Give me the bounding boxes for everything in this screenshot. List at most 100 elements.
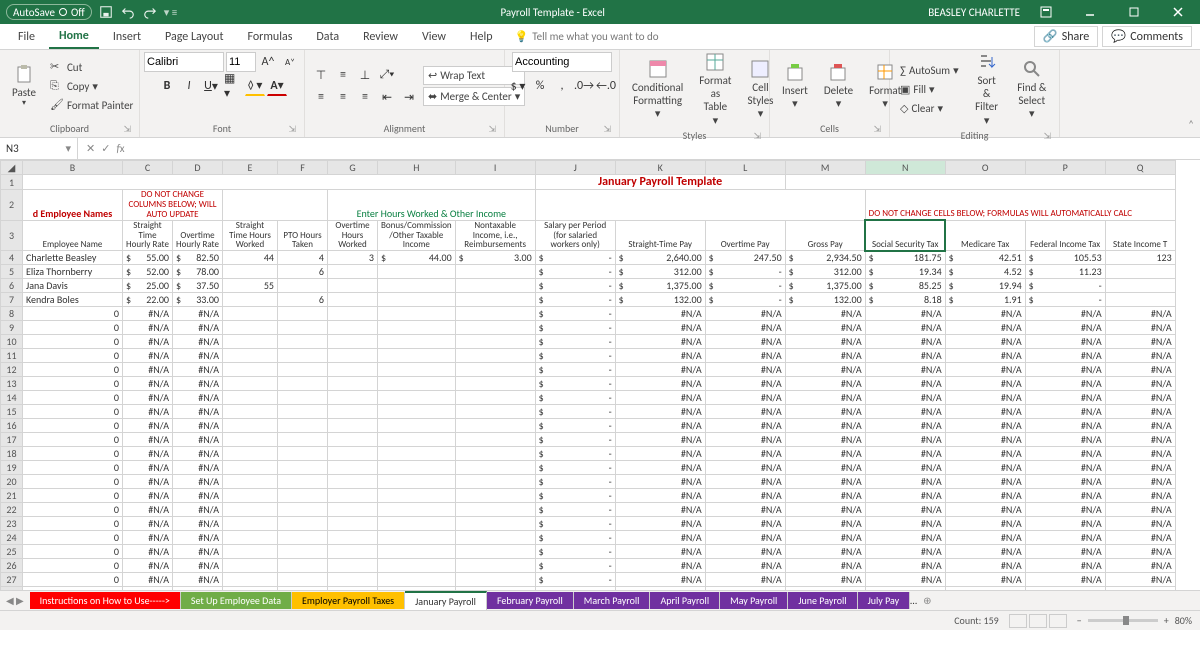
currency-button[interactable]: $ ▾ — [508, 76, 528, 96]
fill-button[interactable]: ▣Fill ▾ — [896, 81, 963, 98]
indent-inc[interactable]: ⇥ — [399, 87, 419, 107]
table-icon — [705, 52, 725, 72]
sigma-icon: ∑ — [900, 64, 906, 77]
undo-icon[interactable] — [120, 4, 136, 20]
inc-decimal[interactable]: .0→ — [574, 76, 594, 96]
status-count: Count: 159 — [954, 614, 999, 627]
delete-icon — [828, 62, 848, 82]
status-bar: Count: 159 −+80% — [0, 610, 1200, 630]
sheet-tab-employer[interactable]: Employer Payroll Taxes — [292, 592, 405, 609]
zoom-control[interactable]: −+80% — [1077, 614, 1192, 627]
tab-help[interactable]: Help — [460, 26, 503, 48]
tab-home[interactable]: Home — [49, 25, 99, 49]
wrap-icon: ↩ — [428, 69, 437, 82]
underline-button[interactable]: U ▾ — [201, 76, 221, 96]
percent-button[interactable]: % — [530, 76, 550, 96]
ribbon: Paste▾ ✂Cut ⎘Copy ▾ 🖌Format Painter Clip… — [0, 50, 1200, 138]
format-painter-button[interactable]: 🖌Format Painter — [46, 96, 137, 114]
enter-formula-icon[interactable]: ✓ — [101, 142, 110, 155]
font-name-select[interactable] — [144, 52, 224, 72]
align-left[interactable]: ≡ — [311, 87, 331, 107]
border-button[interactable]: ▦ ▾ — [223, 76, 243, 96]
paste-button[interactable]: Paste▾ — [6, 64, 42, 109]
maximize-icon[interactable] — [1116, 0, 1152, 24]
eraser-icon: ◇ — [900, 102, 908, 115]
fill-icon: ▣ — [900, 83, 910, 96]
fill-color-button[interactable]: ◊ ▾ — [245, 76, 265, 96]
tab-file[interactable]: File — [8, 26, 45, 48]
spreadsheet-grid[interactable]: ◢BCDEFGHIJKLMNOPQ1January Payroll Templa… — [0, 160, 1200, 590]
comments-button[interactable]: 💬Comments — [1102, 26, 1192, 47]
tab-data[interactable]: Data — [306, 26, 349, 48]
share-button[interactable]: 🔗Share — [1034, 26, 1099, 47]
indent-dec[interactable]: ⇤ — [377, 87, 397, 107]
cut-button[interactable]: ✂Cut — [46, 58, 137, 76]
sheet-tab-january[interactable]: January Payroll — [405, 591, 487, 610]
tab-view[interactable]: View — [412, 26, 456, 48]
bold-button[interactable]: B — [157, 76, 177, 96]
align-top[interactable]: ⊤ — [311, 65, 331, 85]
number-format-select[interactable] — [512, 52, 612, 72]
copy-button[interactable]: ⎘Copy ▾ — [46, 77, 137, 95]
insert-icon — [785, 62, 805, 82]
close-icon[interactable] — [1160, 0, 1196, 24]
italic-button[interactable]: I — [179, 76, 199, 96]
tab-page-layout[interactable]: Page Layout — [155, 26, 233, 48]
autosave-toggle[interactable]: AutoSaveOff — [6, 4, 92, 20]
cond-format-icon — [648, 59, 668, 79]
orientation[interactable]: ⤢▾ — [377, 65, 397, 85]
tell-me-search[interactable]: 💡Tell me what you want to do — [515, 30, 659, 43]
tab-review[interactable]: Review — [353, 26, 408, 48]
find-select-button[interactable]: Find & Select▾ — [1011, 59, 1053, 121]
clear-button[interactable]: ◇Clear ▾ — [896, 100, 963, 117]
tab-insert[interactable]: Insert — [103, 26, 151, 48]
sheet-tab-april[interactable]: April Payroll — [650, 592, 720, 609]
font-size-select[interactable] — [226, 52, 256, 72]
sheet-tab-instructions[interactable]: Instructions on How to Use-----> — [30, 592, 181, 609]
add-sheet-button[interactable]: ⊕ — [917, 594, 937, 607]
font-color-button[interactable]: A ▾ — [267, 76, 287, 96]
sheet-tab-february[interactable]: February Payroll — [487, 592, 574, 609]
sheet-tab-may[interactable]: May Payroll — [720, 592, 788, 609]
grow-font-button[interactable]: A^ — [258, 52, 278, 72]
ribbon-options-icon[interactable] — [1028, 0, 1064, 24]
sheet-tab-june[interactable]: June Payroll — [788, 592, 857, 609]
collapse-ribbon-icon[interactable]: ˄ — [1188, 118, 1194, 131]
lightbulb-icon: 💡 — [515, 30, 529, 43]
dec-decimal[interactable]: ←.0 — [596, 76, 616, 96]
copy-icon: ⎘ — [50, 79, 64, 93]
sheet-tab-july[interactable]: July Pay — [858, 592, 911, 609]
insert-cells-button[interactable]: Insert▾ — [776, 62, 814, 110]
format-as-table-button[interactable]: Format as Table▾ — [693, 52, 737, 127]
tab-nav-prev[interactable]: ◀ ▶ — [0, 594, 30, 607]
name-box[interactable]: N3▾ — [0, 138, 78, 159]
cancel-formula-icon[interactable]: ✕ — [86, 142, 95, 155]
shrink-font-button[interactable]: A˅ — [280, 52, 300, 72]
window-title: Payroll Template - Excel — [177, 6, 928, 19]
share-icon: 🔗 — [1043, 29, 1058, 44]
menu-bar: File Home Insert Page Layout Formulas Da… — [0, 24, 1200, 50]
conditional-formatting-button[interactable]: Conditional Formatting▾ — [626, 59, 689, 121]
align-bottom[interactable]: ⊥ — [355, 65, 375, 85]
sheet-tab-setup[interactable]: Set Up Employee Data — [181, 592, 292, 609]
view-buttons[interactable] — [1009, 614, 1067, 628]
align-middle[interactable]: ≡ — [333, 65, 353, 85]
redo-icon[interactable] — [142, 4, 158, 20]
comma-button[interactable]: , — [552, 76, 572, 96]
sheet-tab-march[interactable]: March Payroll — [574, 592, 651, 609]
minimize-icon[interactable] — [1072, 0, 1108, 24]
delete-cells-button[interactable]: Delete▾ — [818, 62, 859, 110]
sort-filter-button[interactable]: Sort & Filter▾ — [967, 52, 1007, 127]
sort-icon — [977, 52, 997, 72]
autosum-button[interactable]: ∑AutoSum ▾ — [896, 62, 963, 79]
sheet-tabs: ◀ ▶ Instructions on How to Use-----> Set… — [0, 590, 1200, 610]
fx-icon[interactable]: fx — [116, 142, 124, 155]
tab-formulas[interactable]: Formulas — [237, 26, 302, 48]
save-icon[interactable] — [98, 4, 114, 20]
brush-icon: 🖌 — [50, 98, 64, 112]
align-right[interactable]: ≡ — [355, 87, 375, 107]
merge-icon: ⬌ — [428, 90, 437, 103]
align-center[interactable]: ≡ — [333, 87, 353, 107]
cell-styles-icon — [750, 59, 770, 79]
search-icon — [1022, 59, 1042, 79]
